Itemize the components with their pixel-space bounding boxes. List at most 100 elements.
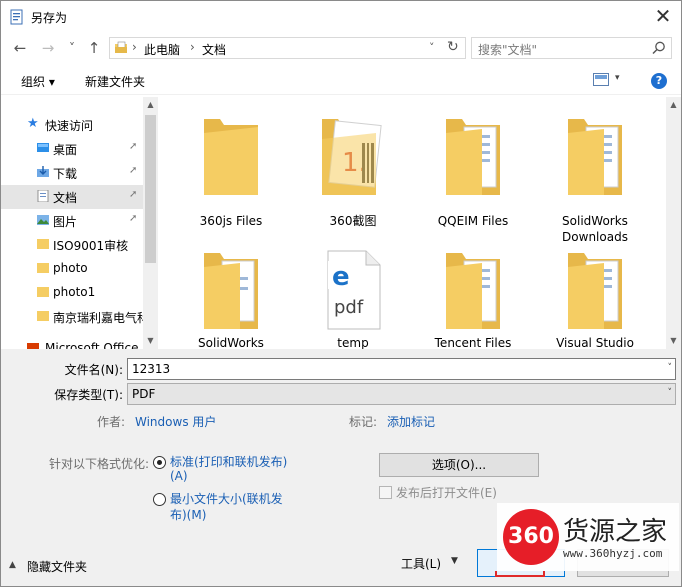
tools-menu[interactable]: 工具(L) <box>401 555 441 572</box>
sidebar-item-label: 桌面 <box>53 143 78 157</box>
file-item[interactable]: SolidWorks Downloads <box>540 109 650 244</box>
sidebar-item-iso9001[interactable]: ISO9001审核 <box>1 233 143 257</box>
sidebar-item-label: photo <box>53 261 88 275</box>
scroll-up-icon[interactable]: ▲ <box>666 97 681 113</box>
search-box[interactable]: 搜索"文档" <box>471 37 672 59</box>
file-item[interactable]: 1. 360截图 <box>298 109 408 239</box>
author-value[interactable]: Windows 用户 <box>135 413 216 430</box>
scroll-down-icon[interactable]: ▼ <box>666 333 681 349</box>
breadcrumb-documents[interactable]: 文档 <box>202 41 226 58</box>
sidebar-item-desktop[interactable]: 桌面 ➚ <box>1 137 143 161</box>
file-list: 360js Files 1. 360截图 <box>158 97 666 349</box>
filetype-select[interactable]: PDF ˅ <box>127 383 676 405</box>
folder-icon <box>37 263 49 273</box>
watermark: 360 货源之家 www.360hyzj.com <box>497 503 679 571</box>
file-name: 360js Files <box>199 214 263 228</box>
sidebar-scrollbar[interactable]: ▲ ▼ <box>143 97 158 349</box>
sidebar-item-downloads[interactable]: 下载 ➚ <box>1 161 143 185</box>
search-input[interactable]: 搜索"文档" <box>478 41 537 58</box>
sidebar-item-label: photo1 <box>53 285 96 299</box>
option-standard-label-shortcut[interactable]: (A) <box>170 469 188 483</box>
file-list-scrollbar[interactable]: ▲ ▼ <box>666 97 681 349</box>
refresh-icon[interactable]: ↻ <box>447 39 459 55</box>
up-arrow-icon[interactable]: ↑ <box>83 37 105 59</box>
file-item[interactable]: QQEIM Files <box>418 109 528 239</box>
desktop-icon <box>37 143 49 152</box>
option-standard-label[interactable]: 标准(打印和联机发布) <box>170 453 287 470</box>
sidebar-item-label: 图片 <box>53 215 78 229</box>
breadcrumb-separator: › <box>132 40 137 54</box>
star-icon: ★ <box>27 116 39 131</box>
pin-icon: ➚ <box>129 141 138 152</box>
file-item[interactable]: 360js Files <box>176 109 286 239</box>
optimize-label: 针对以下格式优化: <box>49 457 150 471</box>
file-name: Visual Studio <box>556 336 634 349</box>
option-minimum-label-shortcut[interactable]: 布)(M) <box>170 506 206 523</box>
title-bar: 另存为 ✕ <box>1 1 681 33</box>
highlight-marker <box>495 571 545 577</box>
recent-locations-icon[interactable]: ˅ <box>61 37 83 59</box>
sidebar-item-microsoft-office[interactable]: Microsoft Office <box>1 337 143 349</box>
svg-text:e: e <box>332 262 350 292</box>
sidebar-item-photo1[interactable]: photo1 <box>1 281 143 305</box>
help-icon[interactable]: ? <box>651 73 667 89</box>
file-item[interactable]: Visual Studio <box>540 243 650 349</box>
file-item[interactable]: SolidWorks <box>176 243 286 349</box>
address-dropdown-icon[interactable]: ˅ <box>429 41 435 54</box>
breadcrumb-separator: › <box>190 40 195 54</box>
pictures-icon <box>37 215 49 225</box>
view-dropdown-icon[interactable]: ▾ <box>615 73 620 83</box>
file-item[interactable]: e pdf temp <box>298 243 408 349</box>
forward-arrow-icon[interactable]: → <box>37 37 59 59</box>
sidebar-item-label: 快速访问 <box>45 119 94 133</box>
logo-360-icon: 360 <box>503 509 559 565</box>
filename-value: 12313 <box>132 362 171 376</box>
documents-folder-icon <box>446 119 500 195</box>
folder-icon <box>37 287 49 297</box>
sidebar-item-nanjing[interactable]: 南京瑞利嘉电气科 <box>1 305 149 329</box>
scrollbar-thumb[interactable] <box>145 115 156 263</box>
author-label: 作者: <box>97 415 126 429</box>
tools-dropdown-icon[interactable]: ▼ <box>451 556 458 566</box>
file-item[interactable]: Tencent Files <box>418 243 528 349</box>
sidebar-item-label: 南京瑞利嘉电气科 <box>53 311 150 325</box>
new-folder-button[interactable]: 新建文件夹 <box>85 73 145 90</box>
scroll-down-icon[interactable]: ▼ <box>143 333 158 349</box>
sidebar-item-pictures[interactable]: 图片 ➚ <box>1 209 143 233</box>
pin-icon: ➚ <box>129 189 138 200</box>
file-name: 360截图 <box>329 214 377 228</box>
chevron-down-icon[interactable]: ˅ <box>668 388 673 398</box>
organize-menu[interactable]: 组织 ▾ <box>21 73 55 90</box>
add-tags-link[interactable]: 添加标记 <box>387 413 435 430</box>
save-as-dialog: 另存为 ✕ ← → ˅ ↑ › 此电脑 › 文档 ˅ ↻ 搜索"文档" 组织 ▾… <box>0 0 682 587</box>
radio-standard[interactable] <box>153 456 166 469</box>
pdf-file-icon: e pdf <box>327 250 381 330</box>
sidebar-item-quick-access[interactable]: ★ 快速访问 <box>1 113 143 137</box>
back-arrow-icon[interactable]: ← <box>9 37 31 59</box>
address-bar[interactable]: › 此电脑 › 文档 ˅ ↻ <box>109 37 466 59</box>
breadcrumb-this-pc[interactable]: 此电脑 <box>144 41 180 58</box>
option-minimum-label[interactable]: 最小文件大小(联机发 <box>170 490 283 507</box>
folder-icon <box>204 119 258 195</box>
image-folder-icon: 1. <box>322 119 382 195</box>
open-after-publish-checkbox[interactable] <box>379 486 392 499</box>
scroll-up-icon[interactable]: ▲ <box>143 97 158 113</box>
folder-icon <box>37 239 49 249</box>
sidebar-item-photo[interactable]: photo <box>1 257 143 281</box>
view-options-icon[interactable] <box>593 73 609 86</box>
filename-label: 文件名(N): <box>64 363 123 377</box>
filename-input[interactable]: 12313 ˅ <box>127 358 676 380</box>
search-icon[interactable] <box>651 40 667 56</box>
filetype-value: PDF <box>132 387 156 401</box>
sidebar-item-documents[interactable]: 文档 ➚ <box>1 185 143 209</box>
close-icon[interactable]: ✕ <box>647 3 679 31</box>
caret-up-icon[interactable]: ▲ <box>9 560 16 570</box>
hide-folders-button[interactable]: 隐藏文件夹 <box>27 558 87 575</box>
sidebar-item-label: 文档 <box>53 191 78 205</box>
pin-icon: ➚ <box>129 213 138 224</box>
radio-minimum-size[interactable] <box>153 493 166 506</box>
documents-folder-icon <box>568 253 622 329</box>
sidebar-item-label: ISO9001审核 <box>53 239 129 253</box>
chevron-down-icon[interactable]: ˅ <box>668 363 673 373</box>
options-button[interactable]: 选项(O)... <box>379 453 539 477</box>
